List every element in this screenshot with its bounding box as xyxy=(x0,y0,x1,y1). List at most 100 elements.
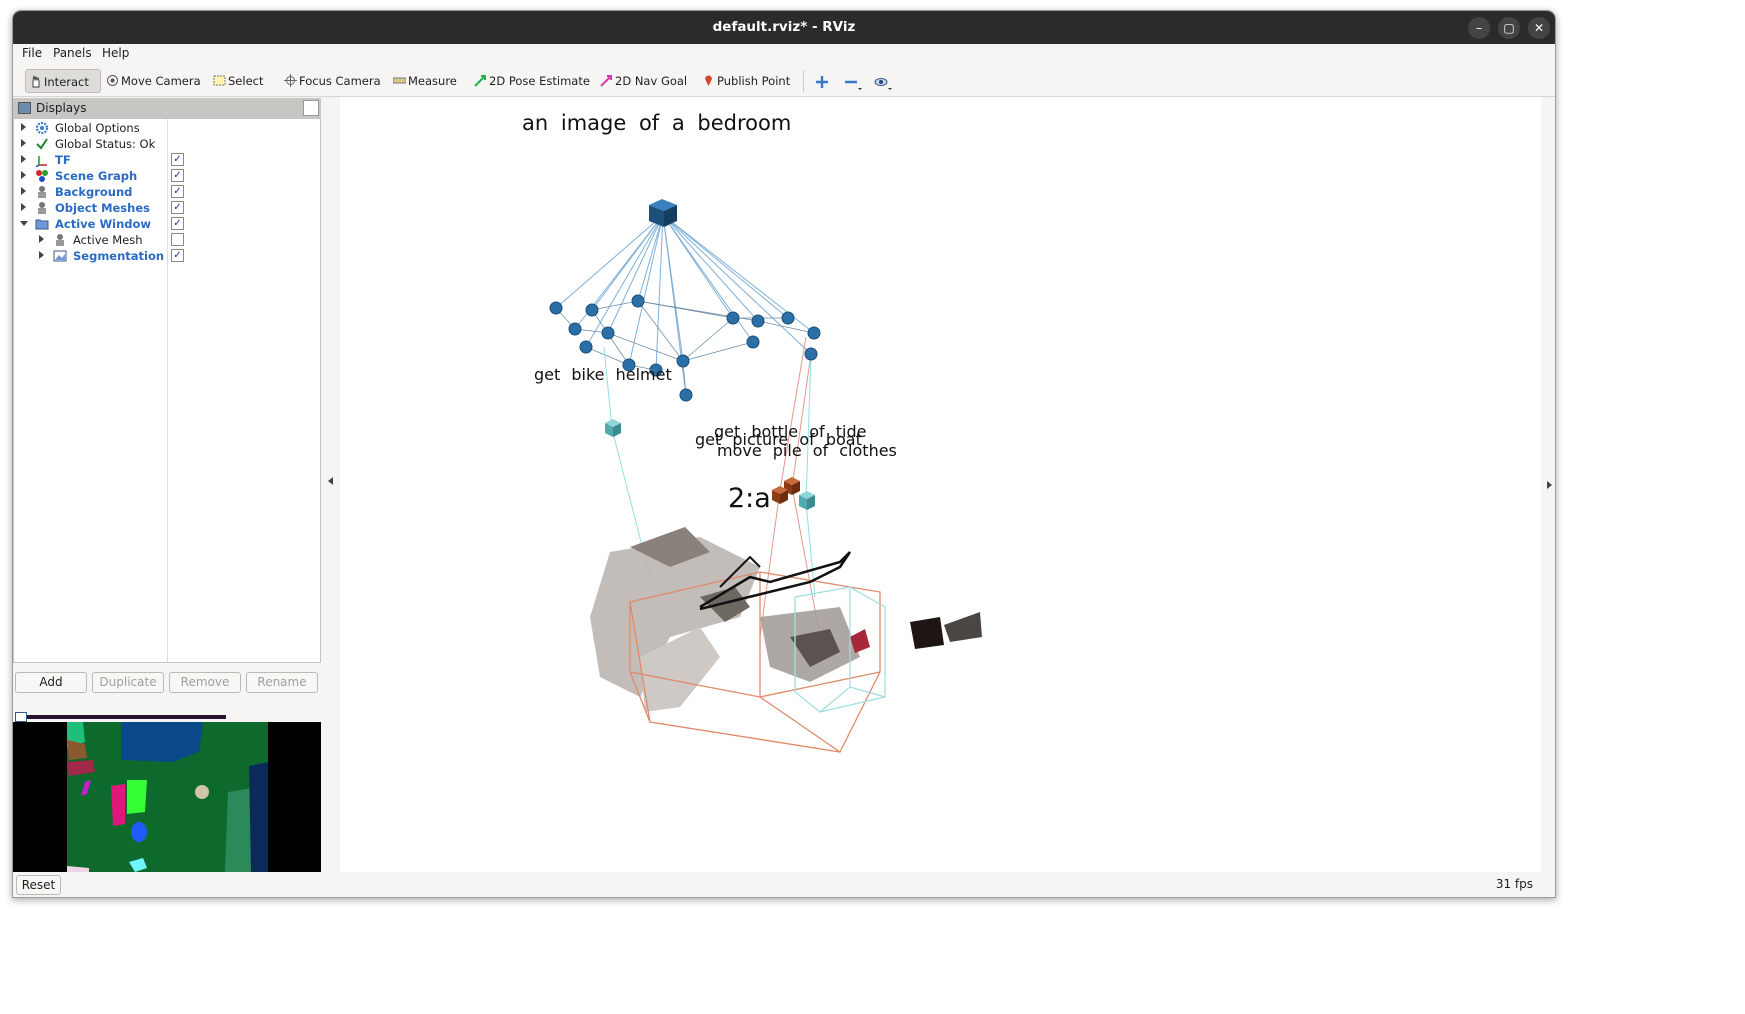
select-icon xyxy=(213,75,226,86)
segmentation-title-strip xyxy=(27,715,226,719)
pin-icon xyxy=(705,75,712,86)
task-label: move pile of clothes xyxy=(717,441,897,460)
tool-measure-label: Measure xyxy=(408,74,457,88)
3d-viewport[interactable]: an image of a bedroom get bike helmet ge… xyxy=(340,97,1541,872)
remove-tool-icon[interactable] xyxy=(844,75,862,91)
monitor-icon xyxy=(18,102,31,114)
display-scene-graph[interactable]: Scene Graph ✓ xyxy=(14,168,320,184)
markers-icon xyxy=(36,170,48,182)
menu-panels[interactable]: Panels xyxy=(53,46,92,60)
duplicate-display-button[interactable]: Duplicate xyxy=(92,672,164,693)
tool-publish-point[interactable]: Publish Point xyxy=(699,69,790,93)
tool-measure[interactable]: Measure xyxy=(390,69,457,93)
rename-display-button[interactable]: Rename xyxy=(246,672,318,693)
checkbox-mark: ✓ xyxy=(173,250,182,261)
checkbox-mark: ✓ xyxy=(173,186,182,197)
minimize-button[interactable]: – xyxy=(1468,17,1490,39)
expand-arrow-icon[interactable] xyxy=(21,139,26,147)
checkbox-mark: ✓ xyxy=(173,202,182,213)
display-enabled-checkbox[interactable]: ✓ xyxy=(171,201,184,214)
panel-float-button[interactable] xyxy=(303,100,319,116)
tool-properties-eye-icon[interactable] xyxy=(874,75,892,91)
tool-2d-nav-goal[interactable]: 2D Nav Goal xyxy=(597,69,687,93)
pose-arrow-icon xyxy=(474,75,486,87)
display-label: Object Meshes xyxy=(55,201,150,215)
window-title: default.rviz* - RViz xyxy=(712,19,856,35)
expand-arrow-icon[interactable] xyxy=(21,187,26,195)
display-enabled-checkbox[interactable]: ✓ xyxy=(171,249,184,262)
display-label: Global Options xyxy=(55,121,140,135)
display-global-status[interactable]: Global Status: Ok xyxy=(14,136,320,152)
expand-arrow-icon[interactable] xyxy=(21,171,26,179)
tool-2d-nav-goal-label: 2D Nav Goal xyxy=(615,74,688,88)
move-camera-icon xyxy=(107,75,118,86)
display-enabled-checkbox[interactable]: ✓ xyxy=(171,217,184,230)
hand-icon xyxy=(32,75,40,88)
display-enabled-checkbox[interactable]: ✓ xyxy=(171,185,184,198)
menu-help[interactable]: Help xyxy=(102,46,129,60)
display-label: Background xyxy=(55,185,133,199)
tool-bar: Interact Move Camera Select Focus Camera… xyxy=(13,64,1555,97)
display-segmentation[interactable]: Segmentation ✓ xyxy=(14,248,320,264)
display-active-window[interactable]: Active Window ✓ xyxy=(14,216,320,232)
display-label: Global Status: Ok xyxy=(55,137,156,151)
display-enabled-checkbox[interactable]: ✓ xyxy=(171,169,184,182)
robot-model-icon xyxy=(56,234,64,246)
display-label: Active Mesh xyxy=(73,233,143,247)
displays-panel: Displays Global Options Global Status: O… xyxy=(13,97,321,885)
add-tool-icon[interactable] xyxy=(815,75,829,89)
room-mesh xyxy=(590,527,982,712)
rviz-window: default.rviz* - RViz – ▢ ✕ File Panels H… xyxy=(12,10,1556,898)
remove-display-button[interactable]: Remove xyxy=(169,672,241,693)
expand-arrow-icon[interactable] xyxy=(39,235,44,243)
tool-interact[interactable]: Interact xyxy=(25,69,101,93)
tool-focus-camera[interactable]: Focus Camera xyxy=(281,69,381,93)
add-display-button[interactable]: Add xyxy=(15,672,87,693)
maximize-button[interactable]: ▢ xyxy=(1498,17,1520,39)
display-object-meshes[interactable]: Object Meshes ✓ xyxy=(14,200,320,216)
tool-select[interactable]: Select xyxy=(210,69,263,93)
expand-arrow-icon[interactable] xyxy=(21,123,26,131)
segmentation-mask xyxy=(13,722,321,872)
tf-axes-icon xyxy=(35,156,47,167)
room-id-label: 2:a xyxy=(728,483,771,514)
display-active-mesh[interactable]: Active Mesh xyxy=(14,232,320,248)
task-label: get bike helmet xyxy=(534,365,672,384)
tool-2d-pose-estimate-label: 2D Pose Estimate xyxy=(489,74,590,88)
expand-arrow-icon[interactable] xyxy=(39,251,44,259)
expand-arrow-icon[interactable] xyxy=(21,203,26,211)
displays-tree: Global Options Global Status: Ok TF ✓ Sc… xyxy=(13,118,321,663)
menu-file[interactable]: File xyxy=(22,46,42,60)
checkmark-status-icon xyxy=(36,138,48,150)
menu-bar: File Panels Help xyxy=(13,44,1555,64)
image-icon xyxy=(53,250,67,262)
panel-splitter[interactable] xyxy=(321,97,340,885)
expand-arrow-icon[interactable] xyxy=(21,155,26,163)
nav-goal-arrow-icon xyxy=(600,75,612,87)
display-label: Active Window xyxy=(55,217,152,231)
segmentation-panel-titlebar xyxy=(13,712,321,722)
expand-right-icon[interactable] xyxy=(1547,481,1552,489)
display-enabled-checkbox[interactable] xyxy=(171,233,184,246)
tool-move-camera-label: Move Camera xyxy=(121,74,201,88)
tool-2d-pose-estimate[interactable]: 2D Pose Estimate xyxy=(471,69,590,93)
tool-select-label: Select xyxy=(228,74,264,88)
tool-focus-camera-label: Focus Camera xyxy=(299,74,381,88)
scene-caption: an image of a bedroom xyxy=(522,111,792,135)
display-background[interactable]: Background ✓ xyxy=(14,184,320,200)
segmentation-image xyxy=(13,722,321,872)
tool-publish-point-label: Publish Point xyxy=(717,74,791,88)
close-button[interactable]: ✕ xyxy=(1528,17,1550,39)
robot-model-icon xyxy=(38,186,46,198)
display-enabled-checkbox[interactable]: ✓ xyxy=(171,153,184,166)
checkbox-mark: ✓ xyxy=(173,218,182,229)
reset-button[interactable]: Reset xyxy=(16,875,61,895)
display-global-options[interactable]: Global Options xyxy=(14,120,320,136)
display-tf[interactable]: TF ✓ xyxy=(14,152,320,168)
right-dock-strip[interactable] xyxy=(1541,97,1555,885)
measure-icon xyxy=(393,77,406,84)
collapse-arrow-icon[interactable] xyxy=(20,221,28,226)
collapse-left-icon[interactable] xyxy=(328,477,333,485)
displays-panel-header: Displays xyxy=(13,98,321,118)
tool-move-camera[interactable]: Move Camera xyxy=(103,69,201,93)
